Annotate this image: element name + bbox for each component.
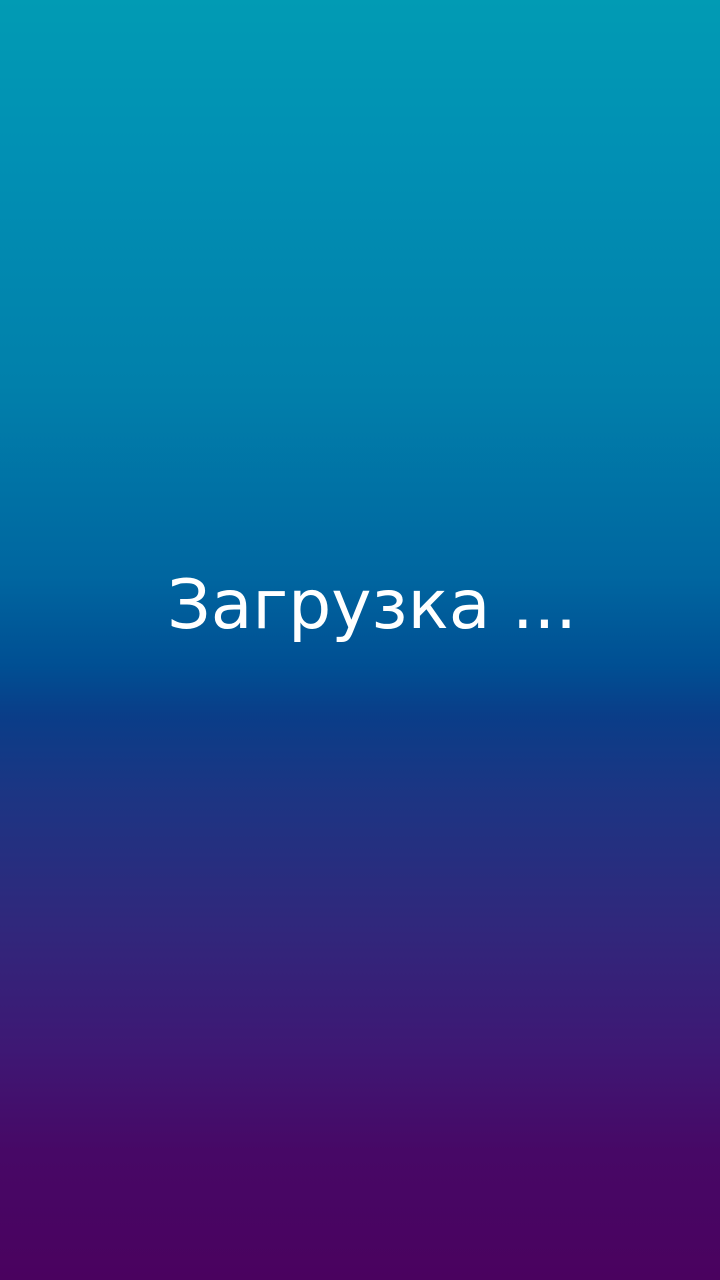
loading-text: Загрузка ... [167, 566, 577, 645]
splash-screen: Загрузка ... [0, 0, 720, 1280]
